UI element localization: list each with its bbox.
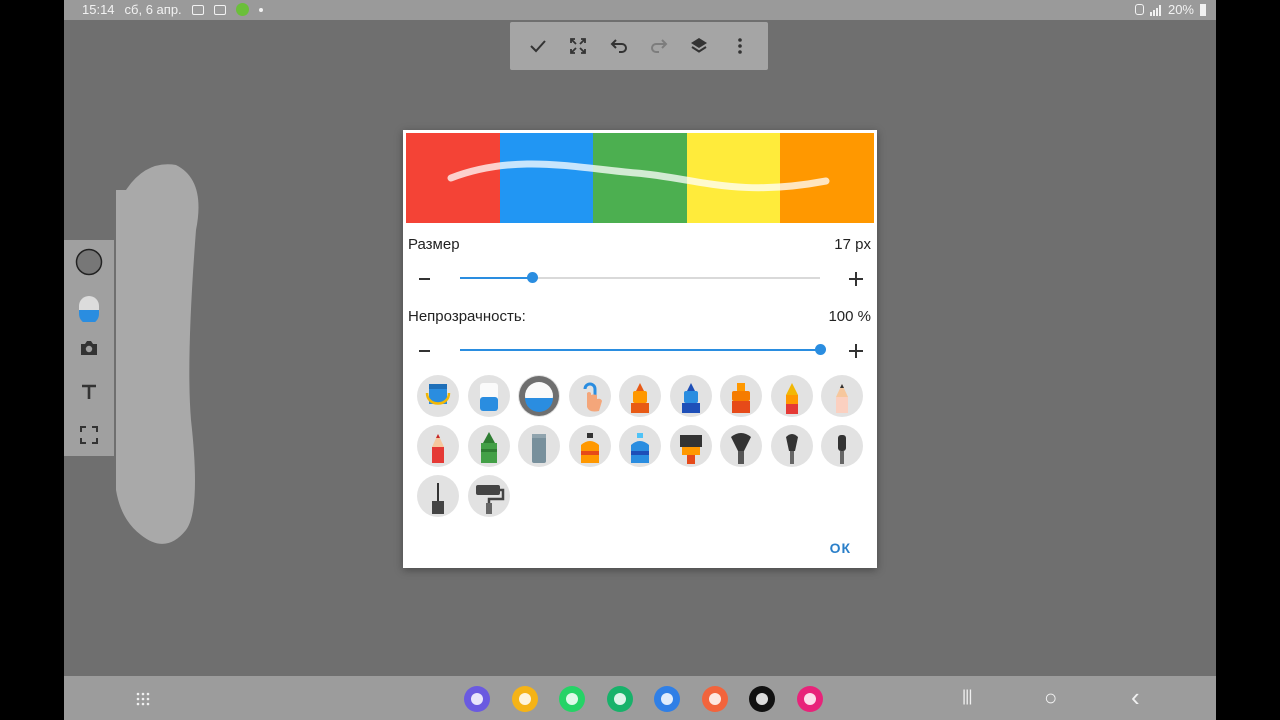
contacts-app-icon[interactable] <box>701 686 728 712</box>
bucket-brush-icon[interactable] <box>417 375 459 417</box>
opacity-value: 100 % <box>828 308 871 325</box>
navigation-bar: ||| ○ ‹ <box>64 676 1216 720</box>
messages-app-icon[interactable] <box>654 686 680 712</box>
opacity-slider-thumb[interactable] <box>815 344 826 355</box>
text-icon[interactable] <box>64 372 114 412</box>
alarm-icon <box>1134 4 1144 15</box>
browser-app-icon[interactable] <box>464 686 490 712</box>
brush-preview <box>406 133 874 223</box>
gallery-app-icon[interactable] <box>796 686 823 712</box>
redo-icon[interactable] <box>644 31 674 61</box>
back-button[interactable]: ‹ <box>1131 682 1140 713</box>
screenshot-icon <box>191 4 204 15</box>
orange-highlighter-icon[interactable] <box>720 375 762 417</box>
phone-app-icon[interactable] <box>606 686 633 712</box>
signal-icon <box>1149 4 1162 16</box>
green-crayon-icon[interactable] <box>467 425 510 467</box>
top-toolbar <box>510 22 768 70</box>
ink-pen-icon[interactable] <box>770 375 813 417</box>
thin-brush-icon[interactable] <box>821 425 863 467</box>
eraser-brush-icon[interactable] <box>467 375 510 417</box>
whatsapp-app-icon[interactable] <box>559 686 585 712</box>
size-increase-button[interactable] <box>849 272 863 286</box>
more-notifications-dot <box>258 7 263 12</box>
canvas-stroke <box>116 164 199 544</box>
orange-marker-icon[interactable] <box>619 375 661 417</box>
size-slider[interactable] <box>460 272 820 283</box>
finger-smudge-icon[interactable] <box>568 375 611 417</box>
brush-icon[interactable] <box>64 288 114 328</box>
app-drawer-icon[interactable] <box>136 692 150 706</box>
crop-icon[interactable] <box>64 415 114 455</box>
battery-level: 20% <box>1167 2 1194 17</box>
app-notification-icon <box>235 3 249 16</box>
notification-icon <box>213 4 226 15</box>
home-button[interactable]: ○ <box>1044 685 1057 711</box>
brush-settings-dialog: Размер 17 px Непрозрачность: 100 % ОК <box>403 130 877 568</box>
screen: 15:14 сб, 6 апр. 20% Размер 17 px Непроз… <box>64 0 1216 720</box>
layers-icon[interactable] <box>684 31 714 61</box>
preview-stroke <box>447 160 830 192</box>
capcut-app-icon[interactable] <box>749 686 775 712</box>
blue-spray-icon[interactable] <box>619 425 661 467</box>
gray-chalk-icon[interactable] <box>518 425 560 467</box>
size-slider-thumb[interactable] <box>527 272 538 283</box>
status-date: сб, 6 апр. <box>124 2 182 17</box>
size-decrease-button[interactable] <box>419 278 430 280</box>
opacity-decrease-button[interactable] <box>419 350 430 352</box>
fan-brush-icon[interactable] <box>720 425 762 467</box>
liner-brush-icon[interactable] <box>417 475 459 517</box>
size-slider-fill <box>460 277 532 279</box>
size-value: 17 px <box>834 236 871 253</box>
more-vert-icon[interactable] <box>725 31 755 61</box>
size-label: Размер <box>408 236 460 253</box>
files-app-icon[interactable] <box>511 686 538 712</box>
flat-brush-icon[interactable] <box>669 425 712 467</box>
opacity-slider[interactable] <box>460 344 826 355</box>
brush-grid <box>417 375 867 523</box>
ring-eraser-icon[interactable] <box>518 375 560 417</box>
blue-marker-icon[interactable] <box>669 375 712 417</box>
red-pencil-icon[interactable] <box>417 425 459 467</box>
orange-spray-icon[interactable] <box>568 425 611 467</box>
recents-button[interactable]: ||| <box>962 688 973 706</box>
roller-brush-icon[interactable] <box>467 475 510 517</box>
side-toolbar <box>64 240 114 456</box>
battery-icon <box>1200 3 1206 16</box>
status-time: 15:14 <box>82 2 115 17</box>
color-circle-icon[interactable] <box>64 242 114 282</box>
status-bar: 15:14 сб, 6 апр. 20% <box>64 0 1216 20</box>
pencil-icon[interactable] <box>821 375 863 417</box>
opacity-label: Непрозрачность: <box>408 308 526 325</box>
opacity-slider-fill <box>460 349 820 351</box>
opacity-increase-button[interactable] <box>849 344 863 358</box>
round-brush-icon[interactable] <box>770 425 813 467</box>
camera-icon[interactable] <box>64 328 114 368</box>
fullscreen-icon[interactable] <box>563 31 593 61</box>
undo-icon[interactable] <box>604 31 634 61</box>
check-icon[interactable] <box>523 31 553 61</box>
ok-button[interactable]: ОК <box>830 540 851 556</box>
